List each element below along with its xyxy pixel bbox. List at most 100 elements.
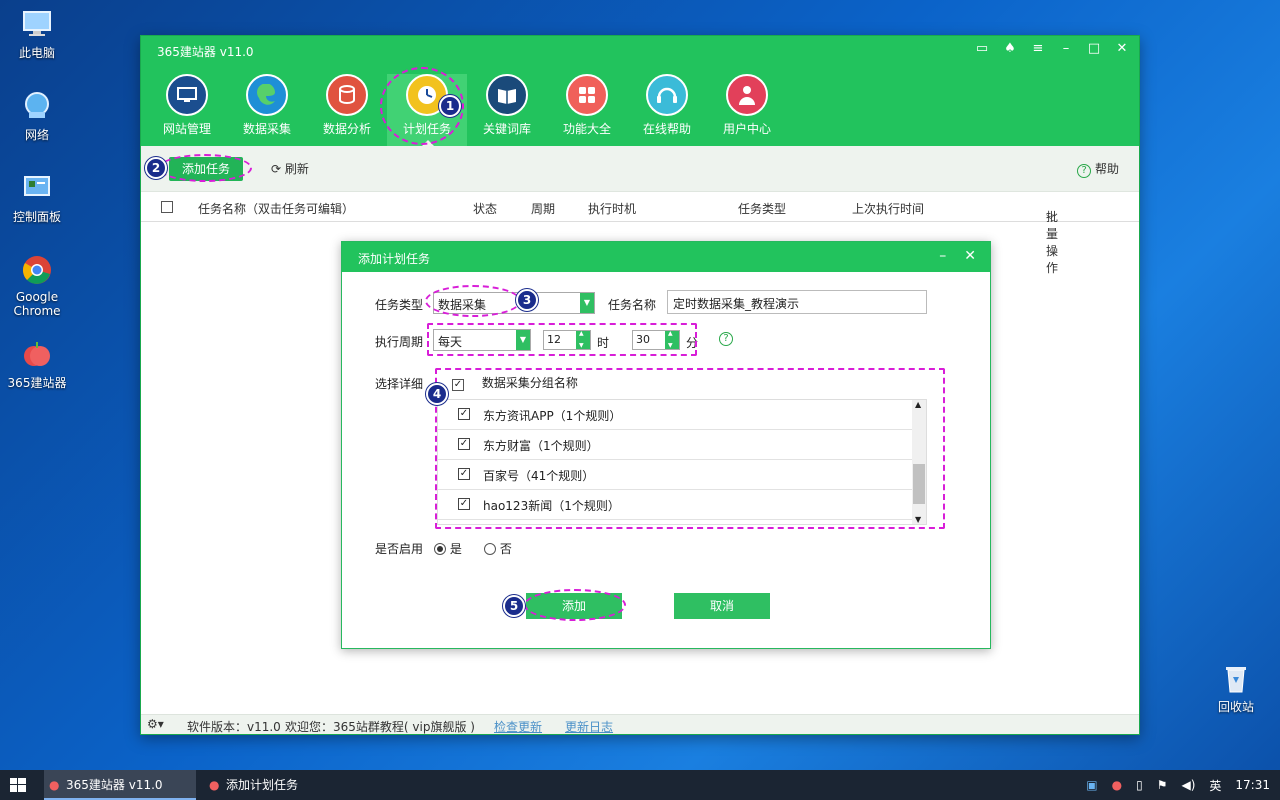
select-all-checkbox[interactable] (161, 201, 173, 213)
desktop-icon-control-panel[interactable]: 控制面板 (2, 172, 72, 225)
network-status-icon[interactable]: ⚑ (1157, 778, 1168, 792)
edge-icon (246, 74, 288, 116)
help-button[interactable]: ? 帮助 (1077, 160, 1119, 178)
changelog-link[interactable]: 更新日志 (565, 718, 613, 735)
nav-label: 在线帮助 (642, 122, 691, 136)
usb-icon[interactable]: ▯ (1136, 778, 1143, 792)
enable-yes-label: 是 (449, 542, 462, 556)
taskbar-item-app[interactable]: ● 365建站器 v11.0 (44, 770, 196, 800)
refresh-icon: ⟳ (271, 162, 282, 176)
nav-label: 数据分析 (322, 122, 371, 136)
help-icon: ? (1077, 164, 1092, 178)
annotation-outline-2 (158, 154, 252, 182)
nav-all-functions[interactable]: 功能大全 (547, 74, 627, 146)
col-status: 状态 (473, 202, 498, 216)
taskbar-item-dialog[interactable]: ● 添加计划任务 (204, 770, 356, 800)
app-title: 365建站器 v11.0 (157, 45, 254, 59)
settings-icon[interactable]: ⚙▾ (147, 717, 164, 731)
cycle-label: 执行周期 (375, 335, 424, 349)
minimize-button[interactable]: – (1059, 41, 1073, 56)
main-nav: 网站管理 数据采集 数据分析 计划任务 关键词库 功能大全 在线帮助 用户中心 (147, 74, 787, 146)
computer-icon (21, 8, 53, 40)
refresh-button[interactable]: ⟳ 刷新 (271, 160, 309, 177)
annotation-outline-5 (524, 589, 626, 621)
help-icon[interactable]: ? (719, 332, 733, 346)
nav-online-help[interactable]: 在线帮助 (627, 74, 707, 146)
desktop-icon-label: 控制面板 (12, 210, 61, 224)
annotation-outline-cycle (427, 323, 697, 356)
recycle-bin-icon (1220, 662, 1252, 694)
nav-website-manage[interactable]: 网站管理 (147, 74, 227, 146)
dialog-minimize-button[interactable]: – (939, 248, 946, 264)
nav-data-analysis[interactable]: 数据分析 (307, 74, 387, 146)
detail-label: 选择详细 (375, 377, 424, 391)
dialog-header: 添加计划任务 – ✕ (342, 242, 990, 272)
menu-icon[interactable]: ≡ (1031, 41, 1045, 56)
nav-keyword-library[interactable]: 关键词库 (467, 74, 547, 146)
task-name-label: 任务名称 (608, 298, 657, 312)
nav-label: 用户中心 (722, 122, 771, 136)
col-exec-time: 执行时机 (588, 202, 637, 216)
dropdown-arrow-icon: ▼ (580, 293, 594, 313)
apple-icon: ● (209, 778, 220, 792)
check-update-link[interactable]: 检查更新 (494, 718, 542, 735)
apple-icon[interactable]: ● (1112, 778, 1122, 792)
taskbar-item-label: 365建站器 v11.0 (66, 778, 163, 792)
taskbar: ● 365建站器 v11.0 ● 添加计划任务 ▣ ● ▯ ⚑ ◀) 英 17:… (0, 770, 1280, 800)
desktop-icon-recycle-bin[interactable]: 回收站 (1201, 662, 1271, 715)
welcome-text: 欢迎您：365站群教程( vip旗舰版 ) (285, 720, 475, 734)
skin-icon[interactable]: ♠ (1003, 41, 1017, 56)
col-last-exec: 上次执行时间 (852, 202, 925, 216)
grid-icon (566, 74, 608, 116)
maximize-button[interactable]: □ (1087, 41, 1101, 56)
annotation-outline-4 (435, 368, 945, 529)
annotation-1: 1 (439, 95, 461, 117)
nav-user-center[interactable]: 用户中心 (707, 74, 787, 146)
annotation-5: 5 (503, 595, 525, 617)
help-label: 帮助 (1094, 162, 1119, 176)
desktop-icon-365[interactable]: 365建站器 (2, 338, 72, 391)
desktop-icon-label: Google Chrome (13, 290, 61, 318)
task-table-header: 任务名称（双击任务可编辑） 状态 周期 执行时机 任务类型 上次执行时间 批量操… (141, 192, 1139, 275)
control-panel-icon (21, 172, 53, 204)
desktop-icon-chrome[interactable]: Google Chrome (2, 254, 72, 318)
desktop-icon-label: 365建站器 (7, 376, 67, 390)
dialog-title: 添加计划任务 (358, 252, 431, 266)
clock[interactable]: 17:31 (1235, 778, 1270, 792)
ime-indicator[interactable]: 英 (1209, 777, 1221, 794)
nav-label: 关键词库 (482, 122, 531, 136)
volume-icon[interactable]: ◀) (1181, 778, 1195, 792)
network-icon (21, 90, 53, 122)
chrome-icon (21, 254, 53, 286)
desktop-icon-this-pc[interactable]: 此电脑 (2, 8, 72, 61)
tray-app-icon[interactable]: ▣ (1086, 778, 1097, 792)
enable-no-radio[interactable]: 否 (484, 540, 512, 557)
task-type-label: 任务类型 (375, 298, 424, 312)
cancel-button[interactable]: 取消 (674, 593, 770, 619)
desktop-icon-network[interactable]: 网络 (2, 90, 72, 143)
nav-label: 数据采集 (242, 122, 291, 136)
desktop-icon-label: 回收站 (1217, 700, 1254, 714)
apple-icon: ● (49, 778, 60, 792)
version-text: 软件版本：v11.0 (187, 720, 281, 734)
task-name-input[interactable]: 定时数据采集_教程演示 (667, 290, 927, 314)
desktop-icon-label: 此电脑 (18, 46, 55, 60)
database-icon (326, 74, 368, 116)
chevron-down-icon: ⌵ (1046, 208, 1056, 222)
enable-yes-radio[interactable]: 是 (434, 540, 462, 557)
close-button[interactable]: ✕ (1115, 41, 1129, 56)
desktop-icon-label: 网络 (24, 128, 49, 142)
enable-label: 是否启用 (375, 542, 424, 556)
windows-icon (10, 778, 26, 792)
toolbar: 添加任务 ⟳ 刷新 ? 帮助 (141, 146, 1139, 192)
system-tray: ▣ ● ▯ ⚑ ◀) 英 17:31 (1086, 770, 1270, 800)
monitor-icon (166, 74, 208, 116)
feedback-icon[interactable]: ▭ (975, 41, 989, 56)
nav-data-collect[interactable]: 数据采集 (227, 74, 307, 146)
start-button[interactable] (10, 778, 26, 795)
col-task-name: 任务名称（双击任务可编辑） (198, 202, 355, 216)
dialog-close-button[interactable]: ✕ (964, 248, 976, 264)
nav-label: 网站管理 (162, 122, 211, 136)
nav-label: 功能大全 (562, 122, 611, 136)
taskbar-item-label: 添加计划任务 (226, 778, 299, 792)
